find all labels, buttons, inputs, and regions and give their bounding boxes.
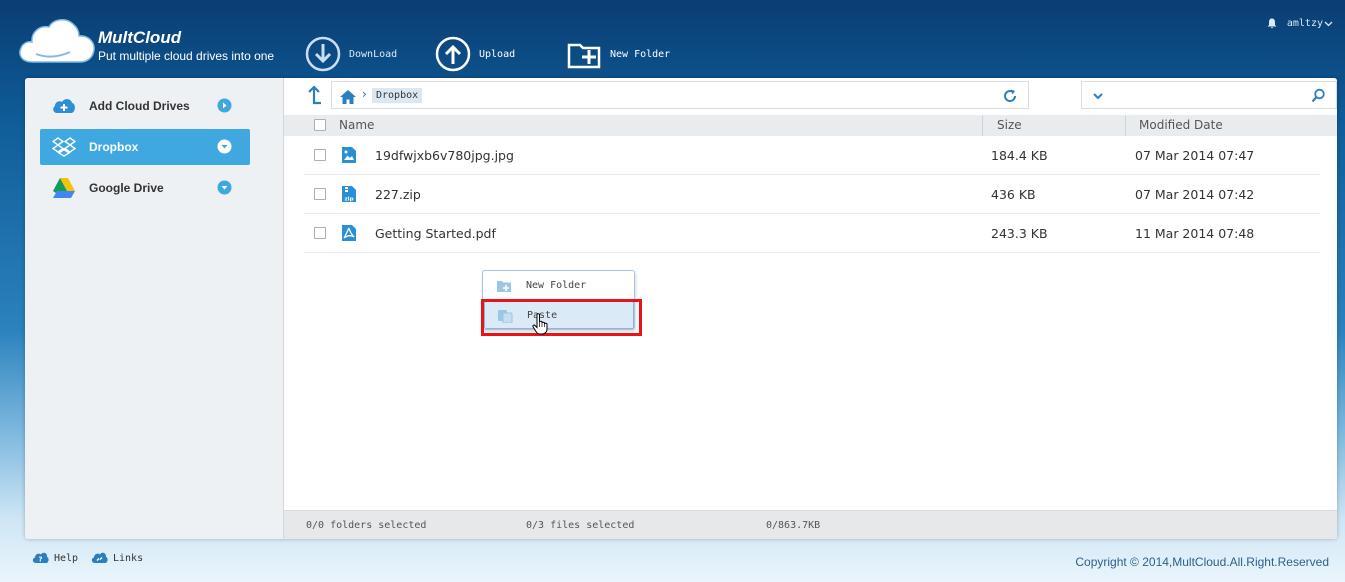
username: amltzy xyxy=(1286,18,1323,29)
column-header-name[interactable]: Name xyxy=(339,118,374,132)
file-date: 11 Mar 2014 07:48 xyxy=(1135,226,1255,241)
file-name: 227.zip xyxy=(375,187,421,202)
bell-icon xyxy=(1267,18,1277,29)
file-browser: › Dropbox Name Size Modified Date 19dfwj… xyxy=(284,78,1337,539)
download-icon xyxy=(305,36,341,72)
main-panel: Add Cloud Drives Dropbox Google Drive › … xyxy=(25,78,1337,539)
google-drive-icon xyxy=(53,178,75,198)
row-checkbox[interactable] xyxy=(314,188,326,200)
cloud-logo-icon xyxy=(19,19,95,63)
upload-label: Upload xyxy=(479,48,516,60)
help-link[interactable]: ? Help xyxy=(32,551,78,565)
download-button[interactable]: DownLoad xyxy=(305,36,397,72)
user-menu[interactable]: amltzy xyxy=(1267,18,1333,29)
select-all-checkbox[interactable] xyxy=(314,119,326,131)
context-menu-label: Paste xyxy=(527,310,558,321)
upload-button[interactable]: Upload xyxy=(435,36,515,72)
sidebar-item-label: Dropbox xyxy=(89,140,139,154)
up-level-icon[interactable] xyxy=(304,83,324,111)
brand-tagline: Put multiple cloud drives into one xyxy=(98,49,275,63)
breadcrumb-item[interactable]: Dropbox xyxy=(372,88,423,103)
files-selected: 0/3 files selected xyxy=(526,520,635,531)
chevron-down-icon xyxy=(217,139,232,154)
file-date: 07 Mar 2014 07:47 xyxy=(1135,148,1255,163)
column-divider xyxy=(1125,115,1126,136)
chevron-down-icon[interactable] xyxy=(1092,90,1104,102)
brand-name: MultCloud xyxy=(98,28,182,47)
file-name: Getting Started.pdf xyxy=(375,226,496,241)
sidebar-item-label: Add Cloud Drives xyxy=(89,99,190,113)
table-row[interactable]: 19dfwjxb6v780jpg.jpg 184.4 KB 07 Mar 201… xyxy=(304,136,1320,175)
refresh-icon[interactable] xyxy=(1002,88,1018,104)
sidebar: Add Cloud Drives Dropbox Google Drive xyxy=(25,78,284,539)
sidebar-item-dropbox[interactable]: Dropbox xyxy=(40,129,250,165)
column-divider xyxy=(982,115,983,136)
breadcrumb-separator-icon: › xyxy=(362,87,367,101)
file-size: 184.4 KB xyxy=(991,148,1048,163)
table-row[interactable]: zip 227.zip 436 KB 07 Mar 2014 07:42 xyxy=(304,175,1320,214)
help-icon: ? xyxy=(32,552,49,564)
copyright: Copyright © 2014,MultCloud.All.Right.Res… xyxy=(1075,555,1329,569)
sidebar-item-google-drive[interactable]: Google Drive xyxy=(40,170,250,206)
download-label: DownLoad xyxy=(349,48,398,60)
file-name: 19dfwjxb6v780jpg.jpg xyxy=(375,148,514,163)
file-size: 243.3 KB xyxy=(991,226,1048,241)
folders-selected: 0/0 folders selected xyxy=(306,520,427,531)
search-box[interactable] xyxy=(1081,81,1337,109)
multcloud-logo[interactable]: MultCloud Put multiple cloud drives into… xyxy=(18,16,278,68)
links-icon xyxy=(91,552,108,563)
add-cloud-icon xyxy=(53,99,75,113)
pdf-file-icon xyxy=(342,225,356,241)
row-checkbox[interactable] xyxy=(314,149,326,161)
file-size: 436 KB xyxy=(991,187,1036,202)
new-folder-icon xyxy=(497,281,511,292)
search-icon[interactable] xyxy=(1311,88,1326,103)
dropbox-icon xyxy=(52,137,76,157)
sidebar-item-label: Google Drive xyxy=(89,181,164,195)
context-menu: New Folder Paste xyxy=(482,270,635,330)
context-menu-paste[interactable]: Paste xyxy=(484,301,634,329)
paste-icon xyxy=(498,310,513,323)
status-bar: 0/0 folders selected 0/3 files selected … xyxy=(284,510,1337,539)
table-header: Name Size Modified Date xyxy=(284,115,1337,136)
chevron-down-icon xyxy=(217,180,232,195)
links-link[interactable]: Links xyxy=(91,551,143,565)
breadcrumb: › Dropbox xyxy=(331,81,1029,109)
chevron-right-icon xyxy=(217,98,232,113)
table-row[interactable]: Getting Started.pdf 243.3 KB 11 Mar 2014… xyxy=(304,214,1320,253)
image-file-icon xyxy=(342,147,356,163)
new-folder-button[interactable]: New Folder xyxy=(566,36,670,72)
chevron-down-icon xyxy=(1324,21,1333,26)
help-label: Help xyxy=(54,552,79,564)
new-folder-label: New Folder xyxy=(610,48,671,60)
links-label: Links xyxy=(113,552,144,564)
context-menu-label: New Folder xyxy=(526,280,587,291)
new-folder-icon xyxy=(567,43,601,69)
size-selected: 0/863.7KB xyxy=(766,520,821,531)
context-menu-new-folder[interactable]: New Folder xyxy=(484,272,634,300)
row-checkbox[interactable] xyxy=(314,227,326,239)
column-header-modified-date[interactable]: Modified Date xyxy=(1139,118,1223,132)
svg-text:?: ? xyxy=(38,556,42,564)
home-icon[interactable] xyxy=(339,89,357,105)
svg-text:zip: zip xyxy=(344,197,353,203)
sidebar-item-add-cloud-drives[interactable]: Add Cloud Drives xyxy=(40,88,250,124)
file-date: 07 Mar 2014 07:42 xyxy=(1135,187,1255,202)
column-header-size[interactable]: Size xyxy=(997,118,1022,132)
upload-icon xyxy=(435,36,471,72)
zip-file-icon: zip xyxy=(342,186,356,203)
